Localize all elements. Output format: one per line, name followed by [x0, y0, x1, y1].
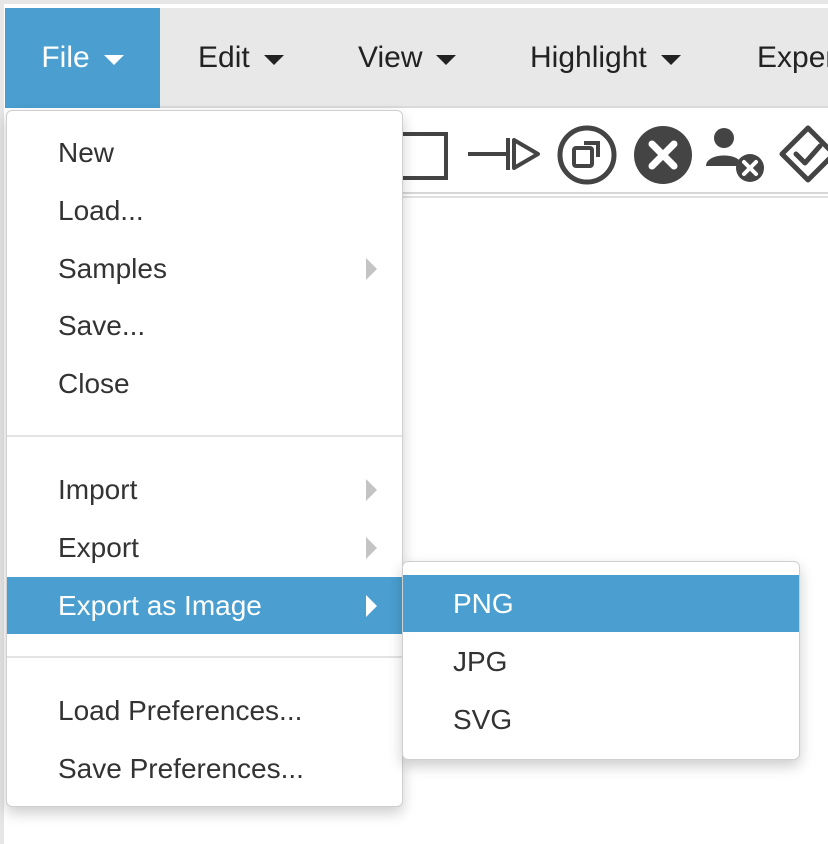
chevron-down-icon: [436, 55, 457, 65]
menu-item-save-preferences-label: Save Preferences...: [58, 753, 304, 784]
menu-edit-label: Edit: [198, 41, 250, 74]
chevron-right-icon: [366, 479, 377, 501]
menu-item-load-preferences[interactable]: Load Preferences...: [7, 683, 402, 739]
submenu-item-png[interactable]: PNG: [403, 575, 799, 632]
chevron-right-icon: [366, 594, 377, 617]
menu-item-close-label: Close: [58, 368, 130, 399]
submenu-item-png-label: PNG: [453, 587, 514, 619]
menu-view-label: View: [358, 41, 423, 74]
menu-item-new-label: New: [58, 137, 115, 168]
menu-edit[interactable]: Edit: [198, 8, 284, 108]
menu-experiment-label: Exper: [757, 41, 828, 74]
submenu-item-svg[interactable]: SVG: [403, 691, 799, 748]
chevron-down-icon: [103, 55, 124, 65]
chevron-down-icon: [263, 55, 284, 65]
menu-item-save-label: Save...: [58, 310, 146, 341]
menu-highlight-label: Highlight: [530, 41, 647, 74]
export-image-submenu: PNG JPG SVG: [402, 561, 800, 760]
menu-item-samples[interactable]: Samples: [7, 241, 402, 297]
menu-item-import-label: Import: [58, 474, 138, 505]
rectangle-icon[interactable]: [400, 122, 452, 186]
menu-item-load[interactable]: Load...: [7, 183, 402, 239]
menu-item-save[interactable]: Save...: [7, 298, 402, 354]
submenu-item-jpg-label: JPG: [453, 645, 508, 677]
menu-highlight[interactable]: Highlight: [530, 8, 681, 108]
menu-item-save-preferences[interactable]: Save Preferences...: [7, 741, 402, 797]
window-frame-top: [0, 0, 828, 4]
file-menu-dropdown: New Load... Samples Save... Close Import…: [6, 110, 403, 807]
submenu-item-jpg[interactable]: JPG: [403, 633, 799, 690]
menu-item-close[interactable]: Close: [7, 356, 402, 412]
toolbar: [400, 122, 828, 194]
close-circle-icon[interactable]: [630, 122, 696, 186]
check-diamond-icon[interactable]: [778, 122, 828, 186]
menu-item-samples-label: Samples: [58, 253, 167, 284]
chevron-right-icon: [366, 258, 377, 280]
menu-item-export[interactable]: Export: [7, 520, 402, 576]
menu-item-new[interactable]: New: [7, 125, 402, 181]
remove-user-icon[interactable]: [704, 122, 770, 186]
window-frame-left: [0, 0, 4, 844]
menu-divider: [7, 435, 402, 437]
menu-item-export-as-image-label: Export as Image: [58, 589, 262, 621]
menu-item-export-as-image[interactable]: Export as Image: [7, 577, 402, 634]
menu-file[interactable]: File: [5, 8, 160, 108]
menu-file-label: File: [41, 41, 90, 74]
menu-item-load-label: Load...: [58, 195, 144, 226]
resize-icon[interactable]: [554, 122, 620, 186]
menu-item-load-preferences-label: Load Preferences...: [58, 695, 303, 726]
menu-item-import[interactable]: Import: [7, 462, 402, 518]
menu-view[interactable]: View: [358, 8, 457, 108]
submenu-item-svg-label: SVG: [453, 703, 513, 735]
menu-item-export-label: Export: [58, 532, 139, 563]
chevron-right-icon: [366, 537, 377, 559]
menu-experiment[interactable]: Exper: [757, 8, 828, 108]
canvas-divider: [400, 196, 828, 198]
inhibition-arc-icon[interactable]: [464, 122, 544, 186]
chevron-down-icon: [660, 55, 681, 65]
menu-divider: [7, 656, 402, 658]
menubar: File Edit View Highlight Exper: [5, 8, 828, 108]
